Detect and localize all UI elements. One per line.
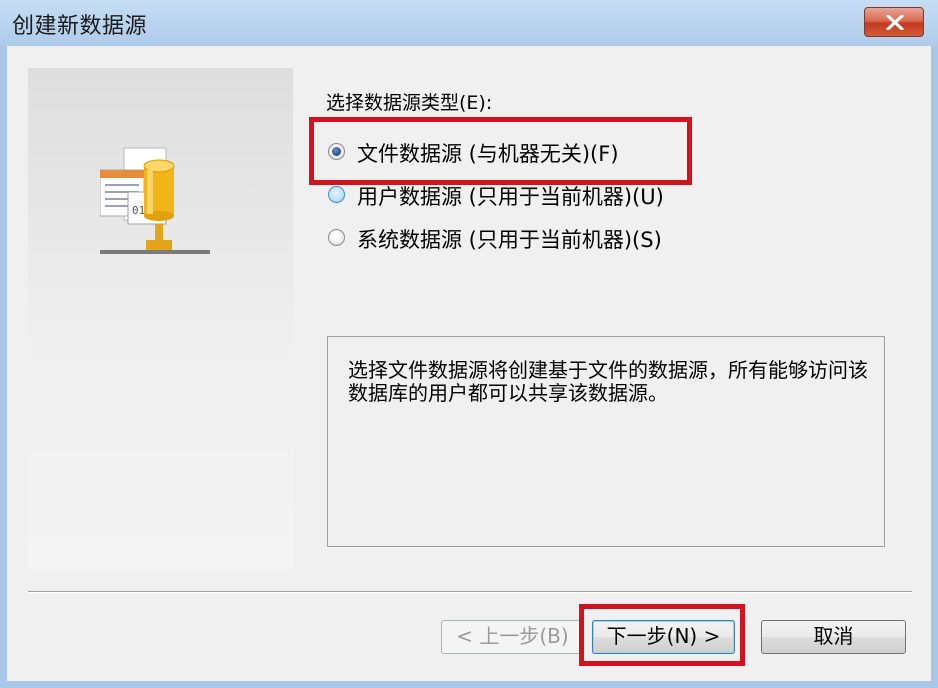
dialog-body: 0111 选择数据源类型(E): 文件数据源 (与机器无关)(F) 用户数据源 …	[7, 46, 931, 681]
dialog-window: 创建新数据源 0111	[0, 0, 938, 688]
highlight-box-next	[579, 604, 745, 666]
description-text: 选择文件数据源将创建基于文件的数据源，所有能够访问该数据库的用户都可以共享该数据…	[348, 358, 868, 405]
database-network-icon: 0111	[100, 147, 210, 254]
radio-label-user-dsn: 用户数据源 (只用于当前机器)(U)	[357, 185, 664, 209]
window-title: 创建新数据源	[12, 14, 148, 39]
button-separator	[28, 591, 912, 593]
radio-button[interactable]	[328, 186, 345, 203]
back-button[interactable]: < 上一步(B)	[441, 620, 584, 654]
description-box: 选择文件数据源将创建基于文件的数据源，所有能够访问该数据库的用户都可以共享该数据…	[327, 336, 885, 547]
radio-label-system-dsn: 系统数据源 (只用于当前机器)(S)	[357, 228, 662, 252]
cancel-button[interactable]: 取消	[761, 620, 906, 654]
wizard-side-panel: 0111	[28, 68, 293, 569]
close-button[interactable]	[864, 7, 924, 37]
title-bar[interactable]: 创建新数据源	[0, 0, 938, 46]
highlight-box-file-dsn	[309, 117, 692, 185]
radio-button[interactable]	[328, 229, 345, 246]
data-source-type-label: 选择数据源类型(E):	[326, 92, 493, 114]
close-x-icon	[886, 15, 904, 30]
